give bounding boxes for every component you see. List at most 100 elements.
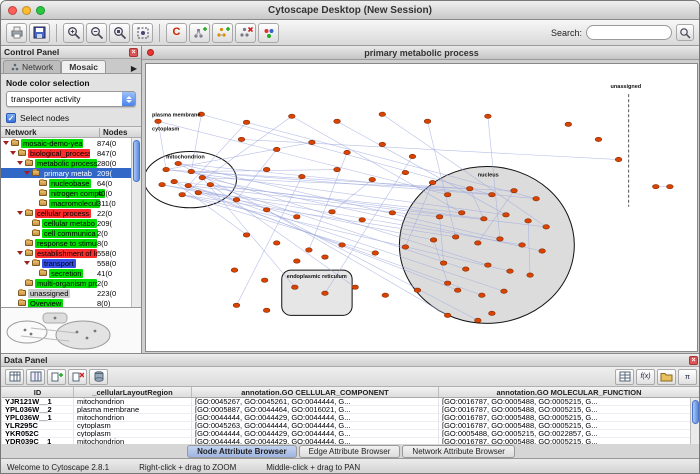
control-panel-close-icon[interactable]: × <box>129 48 138 57</box>
table-cell: [GO:0005488, GO:0005215, GO:0022857, G..… <box>439 430 700 437</box>
tab-edge-attribute-browser[interactable]: Edge Attribute Browser <box>299 445 401 458</box>
tree-scrollbar[interactable] <box>131 138 141 307</box>
tree-row[interactable]: secretion41(0 <box>1 268 141 278</box>
network-canvas-svg[interactable]: plasma membranecytoplasmmitochondrionnuc… <box>146 64 697 351</box>
tab-network-attribute-browser[interactable]: Network Attribute Browser <box>402 445 514 458</box>
control-panel: Control Panel × Network Mosaic ▶ Node co… <box>1 46 142 353</box>
birdseye-overview[interactable] <box>1 307 141 353</box>
destroy-network-button[interactable] <box>235 23 256 43</box>
expand-arrow-icon[interactable] <box>10 151 16 155</box>
table-scrollbar[interactable] <box>690 398 700 444</box>
tree-scrollbar-thumb[interactable] <box>133 140 140 182</box>
function-pi-button[interactable]: π <box>678 369 697 385</box>
table-cell: cytoplasm <box>74 430 192 437</box>
formula-builder-button[interactable]: f(x) <box>636 369 655 385</box>
tree-row[interactable]: transport558(0 <box>1 258 141 268</box>
save-session-button[interactable] <box>29 23 50 43</box>
expand-arrow-icon[interactable] <box>17 161 23 165</box>
select-nodes-row: ✓ Select nodes <box>6 113 136 123</box>
table-cell: [GO:0044444, GO:0044429, GO:0044444, G..… <box>192 430 439 437</box>
tree-row[interactable]: cellular process22(0 <box>1 208 141 218</box>
folder-icon <box>18 150 26 156</box>
network-view-frame: primary metabolic process plasma membran… <box>142 46 700 353</box>
zoom-in-button[interactable] <box>63 23 84 43</box>
select-nodes-checkbox[interactable]: ✓ <box>6 113 16 123</box>
tree-column-header: Network Nodes <box>1 126 141 138</box>
tree-row[interactable]: multi-organism pro2(0 <box>1 278 141 288</box>
tree-item-count: 2(0 <box>97 229 108 238</box>
tree-row[interactable]: metabolic process280(0 <box>1 158 141 168</box>
tree-row[interactable]: unassigned223(0 <box>1 288 141 298</box>
tree-row[interactable]: cellular metabo209( <box>1 218 141 228</box>
zoom-out-button[interactable] <box>86 23 107 43</box>
tree-row[interactable]: nitrogen compo40(0 <box>1 188 141 198</box>
network-canvas[interactable]: plasma membranecytoplasmmitochondrionnuc… <box>145 63 698 352</box>
attribute-table-header: ID _cellularLayoutRegion annotation.GO C… <box>2 387 700 398</box>
data-panel-header: Data Panel × <box>1 354 700 367</box>
tab-node-attribute-browser[interactable]: Node Attribute Browser <box>187 445 297 458</box>
column-header-molecular-function[interactable]: annotation.GO MOLECULAR_FUNCTION <box>439 387 700 397</box>
tree-row[interactable]: response to stimul8(0 <box>1 238 141 248</box>
svg-text:plasma membrane: plasma membrane <box>152 112 200 118</box>
table-row[interactable]: YKR052Ccytoplasm[GO:0044444, GO:0044429,… <box>2 430 700 438</box>
expand-arrow-icon[interactable] <box>17 251 23 255</box>
folder-icon <box>39 180 47 186</box>
cytoscape-c-icon: C <box>173 27 181 38</box>
import-attributes-button[interactable] <box>89 369 108 385</box>
table-row[interactable]: YPL036W__1mitochondrion[GO:0044444, GO:0… <box>2 414 700 422</box>
zoom-selected-icon <box>113 26 127 40</box>
tree-row[interactable]: biological_process847(0 <box>1 148 141 158</box>
print-button[interactable] <box>6 23 27 43</box>
search-go-button[interactable] <box>676 24 694 41</box>
open-attribute-file-button[interactable] <box>657 369 676 385</box>
table-row[interactable]: YJR121W__1mitochondrion[GO:0045267, GO:0… <box>2 398 700 406</box>
column-header-cellular-component[interactable]: annotation.GO CELLULAR_COMPONENT <box>192 387 439 397</box>
column-header-id[interactable]: ID <box>2 387 74 397</box>
pi-icon: π <box>685 372 690 381</box>
status-welcome: Welcome to Cytoscape 2.8.1 <box>7 463 109 472</box>
node-color-section: Node color selection transporter activit… <box>1 74 141 126</box>
column-header-region[interactable]: _cellularLayoutRegion <box>74 387 192 397</box>
dropdown-arrows-icon <box>122 92 135 106</box>
tree-row[interactable]: cell communica2(0 <box>1 228 141 238</box>
expand-arrow-icon[interactable] <box>24 261 30 265</box>
network-from-selected-button[interactable] <box>212 23 233 43</box>
table-scrollbar-thumb[interactable] <box>692 400 699 424</box>
network-view-title: primary metabolic process <box>142 48 700 58</box>
tree-row[interactable]: mosaic-demo-yeast874(0 <box>1 138 141 148</box>
attribute-matrix-button[interactable] <box>615 369 634 385</box>
color-attribute-dropdown[interactable]: transporter activity <box>6 91 136 107</box>
table-row[interactable]: YLR295Ccytoplasm[GO:0045263, GO:0044444,… <box>2 422 700 430</box>
search-input[interactable] <box>586 25 672 40</box>
data-panel-close-icon[interactable]: × <box>689 356 698 365</box>
vizmapper-button[interactable] <box>258 23 279 43</box>
tree-row[interactable]: nucleobase64(0 <box>1 178 141 188</box>
network-frame-titlebar[interactable]: primary metabolic process <box>142 46 700 60</box>
tab-mosaic-label: Mosaic <box>69 62 98 72</box>
zoom-selected-button[interactable] <box>109 23 130 43</box>
select-attributes-button[interactable] <box>5 369 24 385</box>
expand-arrow-icon[interactable] <box>17 211 23 215</box>
network-frame-close-icon[interactable] <box>147 49 154 56</box>
select-nodes-label: Select nodes <box>20 113 69 123</box>
tab-network[interactable]: Network <box>3 60 61 73</box>
data-panel-toolbar: f(x) π <box>1 367 700 387</box>
delete-attribute-button[interactable] <box>68 369 87 385</box>
create-attribute-button[interactable] <box>47 369 66 385</box>
expand-arrow-icon[interactable] <box>3 141 9 145</box>
tab-mosaic[interactable]: Mosaic <box>61 60 106 73</box>
save-icon <box>33 26 46 39</box>
tree-row[interactable]: primary metab209( <box>1 168 141 178</box>
tab-overflow-arrow-icon[interactable]: ▶ <box>131 64 141 73</box>
new-network-button[interactable] <box>189 23 210 43</box>
tree-item-label: cell communica <box>42 229 98 238</box>
tree-row[interactable]: macromolecul311(0 <box>1 198 141 208</box>
tree-row[interactable]: Overview8(0) <box>1 298 141 307</box>
expand-arrow-icon[interactable] <box>24 171 30 175</box>
unselect-attributes-button[interactable] <box>26 369 45 385</box>
zoom-fit-button[interactable] <box>132 23 153 43</box>
table-row[interactable]: YPL036W__2plasma membrane[GO:0005887, GO… <box>2 406 700 414</box>
cytoscape-panel-button[interactable]: C <box>166 23 187 43</box>
folder-icon <box>32 260 40 266</box>
tree-row[interactable]: establishment of lo558(0 <box>1 248 141 258</box>
